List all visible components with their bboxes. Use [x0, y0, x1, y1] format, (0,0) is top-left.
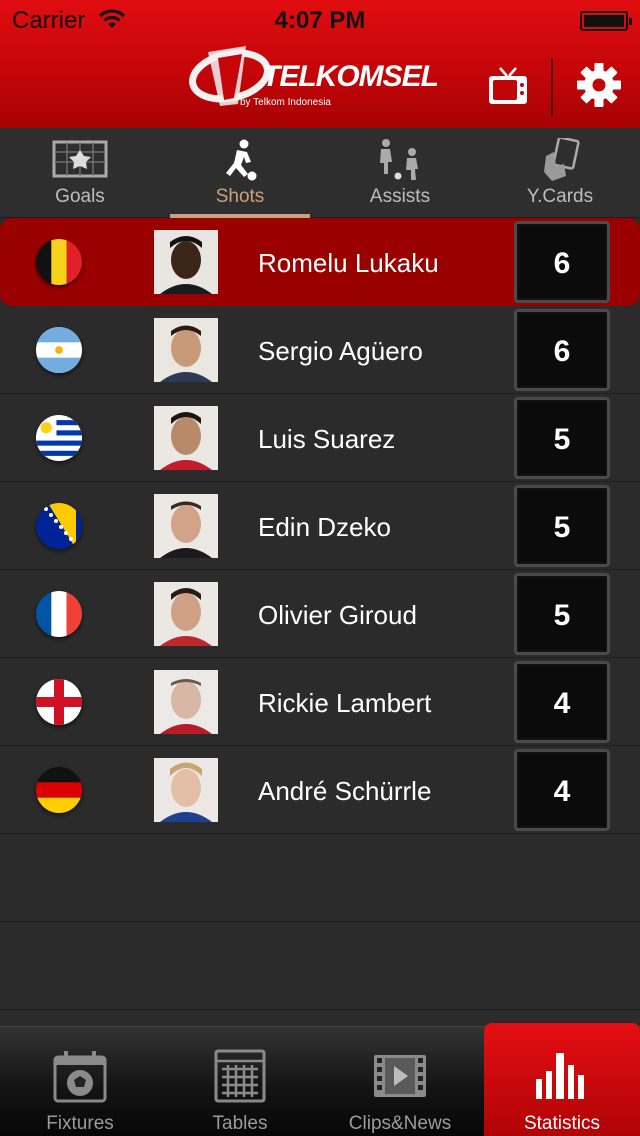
stat-value-box: 5	[514, 485, 610, 567]
empty-row	[0, 922, 640, 1010]
film-play-icon	[374, 1055, 426, 1097]
player-photo	[154, 670, 218, 734]
logo-subtext: by Telkom Indonesia	[240, 97, 331, 108]
stat-value: 5	[553, 423, 571, 456]
kicking-player-icon	[226, 139, 257, 181]
tab-fixtures-label: Fixtures	[46, 1113, 114, 1134]
player-name: Romelu Lukaku	[258, 248, 439, 278]
player-photo	[154, 758, 218, 822]
uruguay-flag-icon	[36, 415, 82, 461]
stat-value: 6	[553, 247, 571, 280]
passing-players-icon	[380, 139, 418, 180]
battery-icon	[580, 11, 632, 31]
player-name: Sergio Agüero	[258, 336, 423, 366]
player-photo	[154, 582, 218, 646]
stat-value-box: 6	[514, 221, 610, 303]
stat-category-tabs: Goals Shots Assists Y.Cards	[0, 128, 640, 218]
player-name: André Schürrle	[258, 776, 432, 806]
stat-value-box: 4	[514, 749, 610, 831]
clock-time: 4:07 PM	[274, 7, 366, 34]
list-item[interactable]: Rickie Lambert 4	[0, 658, 640, 746]
tv-icon[interactable]	[486, 64, 530, 108]
stat-value: 4	[553, 775, 571, 808]
stat-value: 5	[553, 599, 571, 632]
stat-value: 5	[553, 511, 571, 544]
player-name: Luis Suarez	[258, 424, 396, 454]
list-item[interactable]: Edin Dzeko 5	[0, 482, 640, 570]
list-item[interactable]: Sergio Agüero 6	[0, 306, 640, 394]
player-photo	[154, 230, 218, 294]
list-item[interactable]: Olivier Giroud 5	[0, 570, 640, 658]
tab-goals[interactable]: Goals	[0, 128, 160, 218]
tab-fixtures[interactable]: Fixtures	[0, 1027, 160, 1136]
player-name: Edin Dzeko	[258, 512, 391, 542]
list-item[interactable]: Romelu Lukaku 6	[0, 218, 640, 306]
bar-chart-icon	[536, 1053, 584, 1099]
header-divider	[551, 58, 553, 116]
tab-assists[interactable]: Assists	[320, 128, 480, 218]
calendar-ball-icon	[53, 1051, 107, 1103]
stat-value: 6	[553, 335, 571, 368]
empty-row	[0, 834, 640, 922]
germany-flag-icon	[36, 767, 82, 813]
france-flag-icon	[36, 591, 82, 637]
stat-value-box: 5	[514, 397, 610, 479]
player-photo	[154, 318, 218, 382]
list-item[interactable]: Luis Suarez 5	[0, 394, 640, 482]
stat-value-box: 4	[514, 661, 610, 743]
tab-shots-label: Shots	[215, 186, 265, 207]
goal-net-icon	[52, 140, 108, 178]
player-photo	[154, 406, 218, 470]
tab-tables-label: Tables	[212, 1113, 268, 1134]
gear-icon[interactable]	[576, 62, 622, 108]
bottom-tab-bar: Fixtures Tables Clips&News Statistics	[0, 1023, 640, 1136]
bosnia-flag-icon	[36, 503, 82, 549]
player-name: Olivier Giroud	[258, 600, 417, 630]
grid-table-icon	[214, 1049, 266, 1103]
header-bar: Carrier 4:07 PM TELKOMSEL by Telkom Indo…	[0, 0, 640, 128]
tab-tables[interactable]: Tables	[160, 1027, 320, 1136]
stat-value: 4	[553, 687, 571, 720]
app-screen: Carrier 4:07 PM TELKOMSEL by Telkom Indo…	[0, 0, 640, 1136]
stat-value-box: 5	[514, 573, 610, 655]
tab-clips-news-label: Clips&News	[348, 1113, 452, 1134]
tab-shots[interactable]: Shots	[160, 128, 320, 218]
england-flag-icon	[36, 679, 82, 725]
tab-yellow-cards-label: Y.Cards	[526, 186, 594, 207]
tab-statistics[interactable]: Statistics	[484, 1023, 640, 1136]
status-bar: Carrier 4:07 PM	[0, 0, 640, 40]
tab-statistics-label: Statistics	[523, 1113, 601, 1134]
tab-goals-label: Goals	[55, 186, 105, 207]
stat-value-box: 6	[514, 309, 610, 391]
tab-assists-label: Assists	[369, 186, 431, 207]
player-name: Rickie Lambert	[258, 688, 432, 718]
player-stats-list: Romelu Lukaku 6 Sergio Agüero 6 Luis Sua…	[0, 218, 640, 1026]
argentina-flag-icon	[36, 327, 82, 373]
list-item[interactable]: André Schürrle 4	[0, 746, 640, 834]
belgium-flag-icon	[36, 239, 82, 285]
tab-yellow-cards[interactable]: Y.Cards	[480, 128, 640, 218]
card-in-hand-icon	[544, 138, 580, 181]
telkomsel-logo: TELKOMSEL by Telkom Indonesia	[188, 40, 439, 116]
tab-clips-news[interactable]: Clips&News	[320, 1027, 480, 1136]
logo-wordmark: TELKOMSEL	[262, 60, 439, 93]
player-photo	[154, 494, 218, 558]
